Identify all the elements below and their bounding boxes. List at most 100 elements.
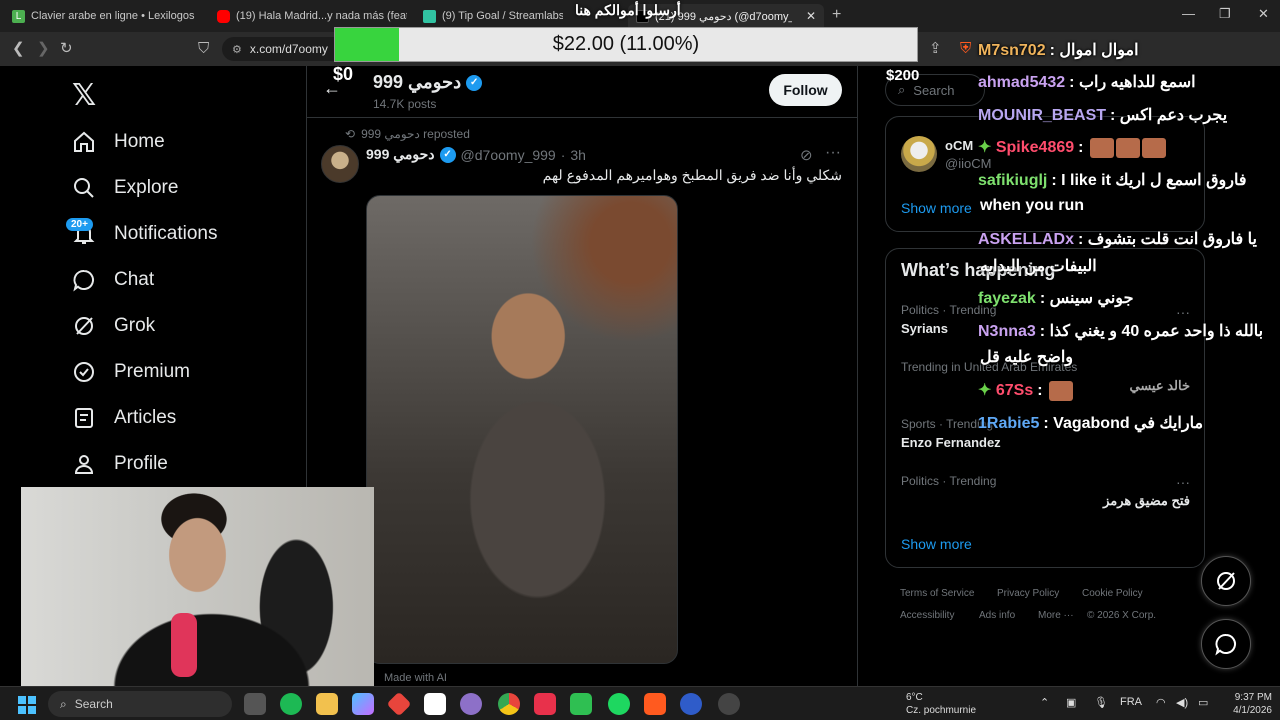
emote-icon	[1049, 380, 1074, 401]
post-image[interactable]	[366, 195, 678, 664]
tab-streamlabs[interactable]: (9) Tip Goal / Streamlabs	[423, 4, 563, 28]
nav-profile[interactable]: Profile	[72, 450, 168, 478]
tab-youtube[interactable]: (19) Hala Madrid...y nada más (feat. R	[217, 4, 407, 28]
tray-expand-icon[interactable]: ⌃	[1040, 696, 1049, 709]
tab-title: Clavier arabe en ligne • Lexilogos	[31, 10, 195, 22]
post-author-name[interactable]: دحومي 999	[366, 146, 435, 163]
share-icon[interactable]: ⇪	[929, 41, 942, 57]
chrome-icon[interactable]	[498, 693, 520, 715]
column-divider	[857, 66, 858, 686]
footer-accessibility-link[interactable]: Accessibility	[900, 610, 954, 621]
footer-terms-link[interactable]: Terms of Service	[900, 588, 974, 599]
task-view-icon[interactable]	[244, 693, 266, 715]
messages-fab-button[interactable]	[1201, 619, 1251, 669]
address-bar[interactable]: ⚙ x.com/d7oomy	[222, 37, 334, 61]
chat-message: fayezak: جوني سينس	[978, 290, 1134, 307]
close-tab-icon[interactable]: ✕	[806, 9, 816, 23]
back-icon[interactable]: ❮	[12, 41, 25, 57]
stream-overlay-title: أرسلوا أموالكم هنا	[575, 2, 681, 18]
follow-button[interactable]: Follow	[769, 74, 842, 106]
chat-username: N3nna3	[978, 323, 1036, 340]
app-green-icon[interactable]	[570, 693, 592, 715]
copilot-icon[interactable]	[352, 693, 374, 715]
spotify-icon[interactable]	[608, 693, 630, 715]
avatar[interactable]	[321, 145, 359, 183]
grok-icon	[1217, 572, 1235, 590]
tray-app-icon[interactable]: ▣	[1066, 696, 1076, 709]
nav-articles[interactable]: Articles	[72, 404, 176, 432]
chat-username: ASKELLADx	[978, 231, 1075, 248]
forward-icon[interactable]: ❯	[37, 41, 50, 57]
grok-fab-button[interactable]	[1201, 556, 1251, 606]
suggested-user-name[interactable]: oCM	[945, 138, 973, 153]
minimize-icon[interactable]: —	[1182, 6, 1195, 21]
footer-privacy-link[interactable]: Privacy Policy	[997, 588, 1059, 599]
windows-taskbar: ⌕ Search 6°C Cz. pochmurnie ⌃ ▣ 🎙 FRA ◠ …	[0, 686, 1280, 720]
avatar[interactable]	[901, 136, 937, 172]
address-bar-url: x.com/d7oomy	[249, 42, 328, 56]
chat-message-continuation: when you run	[980, 197, 1084, 214]
nav-label: Grok	[114, 315, 156, 336]
xbox-icon[interactable]	[280, 693, 302, 715]
nav-explore[interactable]: Explore	[72, 174, 178, 202]
post-text: شكلي وأنا ضد فريق المطبخ وهواميرهم المدف…	[542, 167, 842, 183]
grok-icon[interactable]: ⊘	[800, 146, 813, 164]
nav-label: Home	[114, 131, 165, 152]
footer-cookie-link[interactable]: Cookie Policy	[1082, 588, 1143, 599]
show-more-link[interactable]: Show more	[901, 200, 972, 216]
microphone-image	[171, 613, 197, 677]
brave-icon[interactable]	[644, 693, 666, 715]
app-red-icon[interactable]	[386, 691, 412, 717]
close-window-icon[interactable]: ✕	[1258, 6, 1269, 22]
more-options-icon[interactable]: ···	[825, 144, 841, 162]
site-info-icon[interactable]: ⚙	[232, 43, 242, 56]
microphone-icon[interactable]: 🎙	[1094, 696, 1108, 709]
profile-name-text: دحومي 999	[373, 72, 462, 92]
chat-message: ✦ Spike4869:	[978, 137, 1250, 158]
windows-start-icon[interactable]	[18, 696, 36, 714]
brave-shield-icon[interactable]: ⛨	[960, 41, 971, 57]
more-options-icon[interactable]: ···	[1176, 474, 1190, 490]
tab-lexilogos[interactable]: L Clavier arabe en ligne • Lexilogos	[12, 4, 202, 28]
x-logo-icon[interactable]: 𝕏	[72, 78, 96, 113]
nav-chat[interactable]: Chat	[72, 266, 154, 294]
nav-premium[interactable]: Premium	[72, 358, 190, 386]
show-more-link[interactable]: Show more	[901, 536, 972, 552]
new-tab-icon[interactable]: +	[832, 6, 841, 24]
post-time[interactable]: 3h	[570, 147, 586, 163]
post-author-handle[interactable]: @d7oomy_999	[461, 147, 556, 163]
volume-icon[interactable]: ◀)	[1176, 696, 1188, 709]
file-explorer-icon[interactable]	[316, 693, 338, 715]
taskbar-clock[interactable]: 9:37 PM 4/1/2026	[1220, 691, 1272, 717]
chat-text: اسمع للداهيه راب	[1078, 74, 1196, 91]
tip-goal-max: $200	[886, 67, 920, 84]
app-globe-icon[interactable]	[680, 693, 702, 715]
taskbar-weather[interactable]: 6°C Cz. pochmurnie	[906, 691, 976, 717]
taskbar-search[interactable]: ⌕ Search	[48, 691, 232, 717]
maximize-icon[interactable]: ❐	[1219, 6, 1231, 22]
footer-ads-link[interactable]: Ads info	[979, 610, 1015, 621]
wifi-icon[interactable]: ◠	[1156, 696, 1166, 709]
profile-name: دحومي 999 ✓	[373, 72, 483, 93]
weather-temperature: 6°C	[906, 692, 923, 703]
youtube-favicon-icon	[217, 9, 230, 23]
bookmark-icon[interactable]: ⛉	[198, 41, 209, 57]
trend-name[interactable]: فتح مضيق هرمز	[1010, 493, 1190, 509]
reload-icon[interactable]: ↻	[60, 41, 73, 57]
chat-username: safikiuglj	[978, 172, 1048, 189]
clock-date: 4/1/2026	[1233, 705, 1272, 716]
chat-text: مارايك في Vagabond	[1053, 415, 1204, 432]
search-placeholder: Search	[913, 82, 955, 98]
app-w-icon[interactable]	[534, 693, 556, 715]
app-recording-icon[interactable]	[718, 693, 740, 715]
trend-name[interactable]: Syrians	[901, 321, 948, 336]
nav-notifications[interactable]: Notifications	[72, 220, 218, 248]
post-header: دحومي 999 ✓ @d7oomy_999 · 3h	[366, 146, 586, 163]
store-icon[interactable]	[424, 693, 446, 715]
streamlabs-icon[interactable]	[460, 693, 482, 715]
battery-icon[interactable]: ▭	[1198, 696, 1208, 709]
keyboard-language[interactable]: FRA	[1120, 696, 1142, 708]
nav-grok[interactable]: Grok	[72, 312, 155, 340]
nav-home[interactable]: Home	[72, 128, 165, 156]
footer-more-link[interactable]: More ···	[1038, 610, 1074, 621]
